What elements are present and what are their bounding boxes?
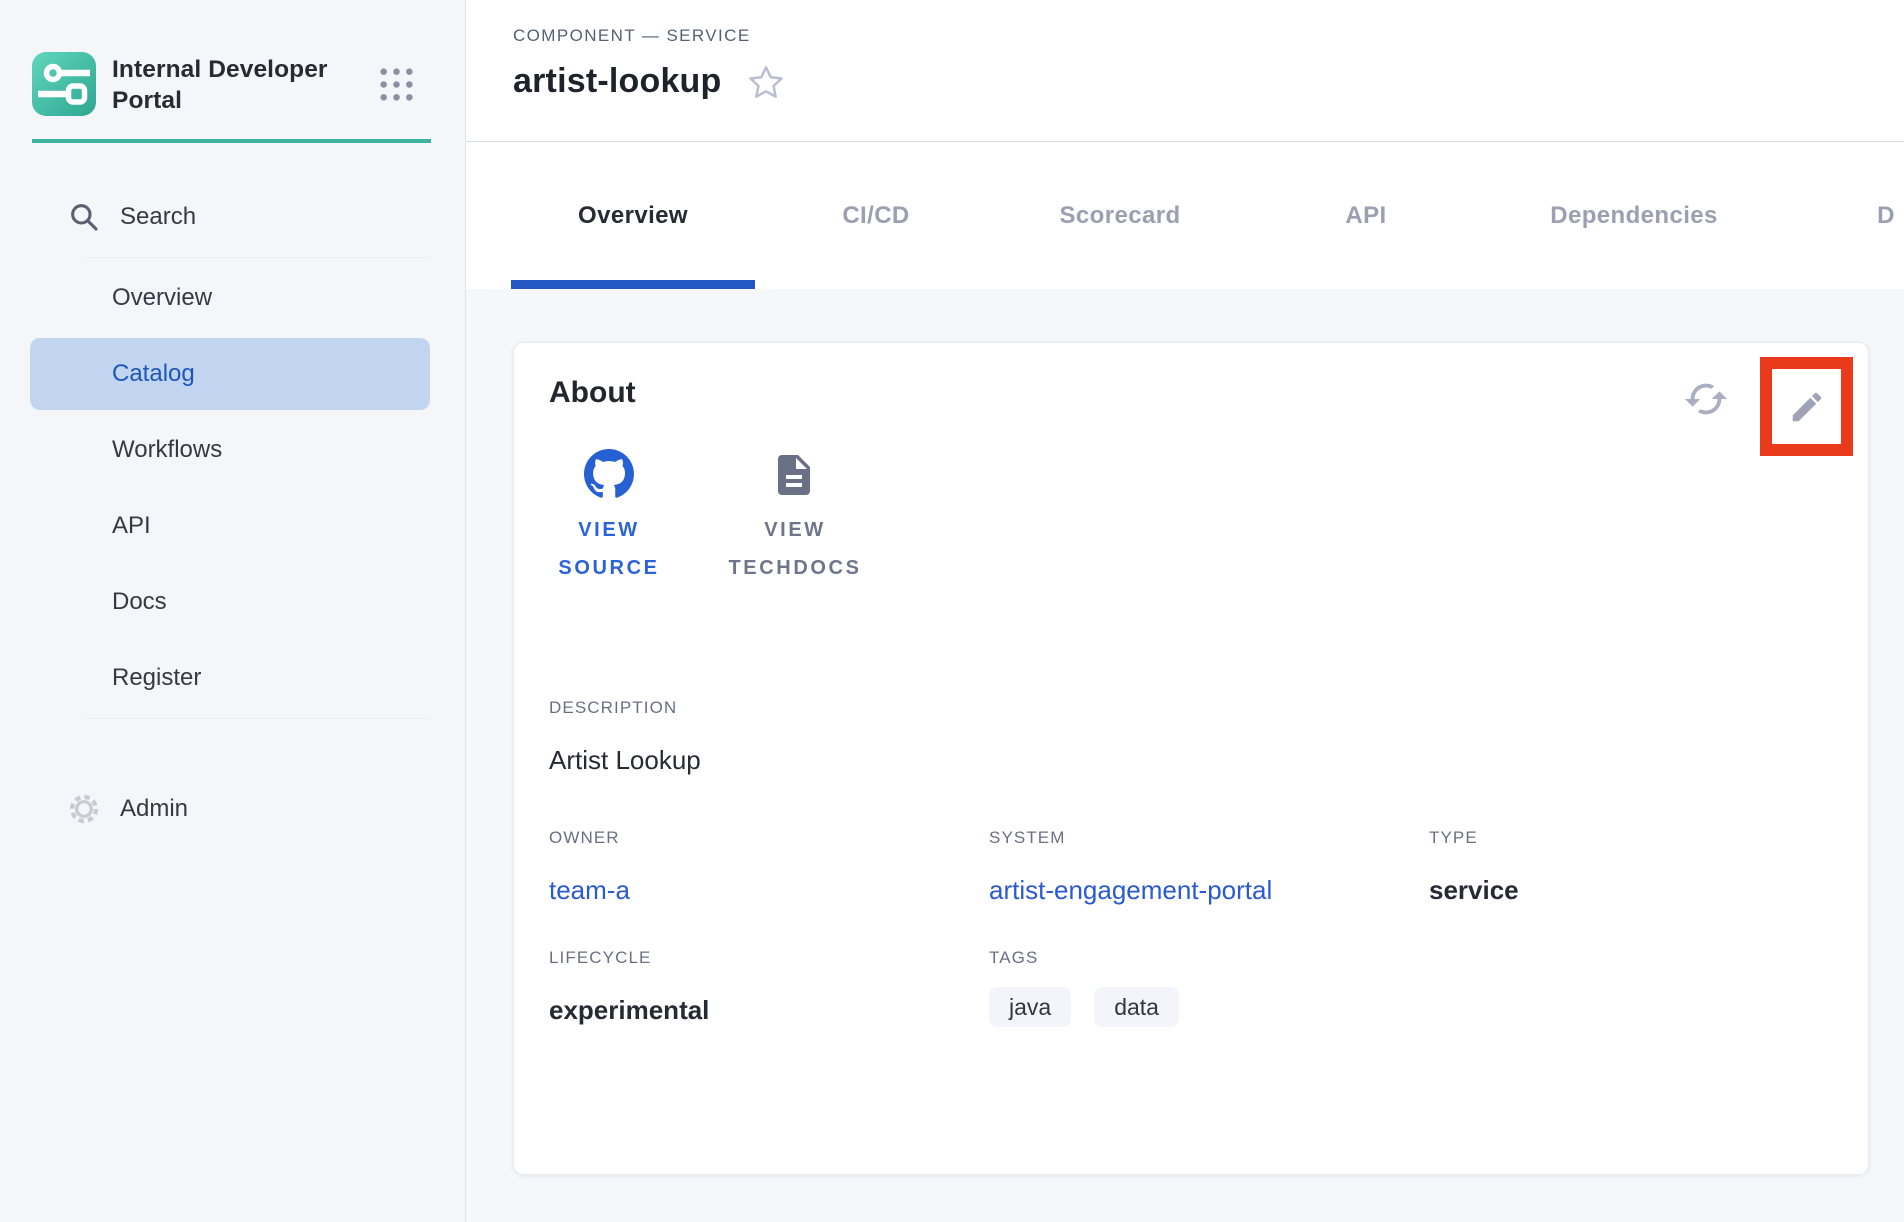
sidebar-item-label: Catalog	[112, 360, 195, 388]
sidebar-item-label: Overview	[112, 284, 212, 312]
sidebar-item-label: Register	[112, 664, 201, 692]
sidebar-item-workflows[interactable]: Workflows	[0, 412, 465, 488]
sidebar-item-api[interactable]: API	[0, 488, 465, 564]
tag-chip[interactable]: java	[989, 987, 1071, 1027]
field-label: SYSTEM	[989, 827, 1429, 849]
system-link[interactable]: artist-engagement-portal	[989, 873, 1272, 907]
breadcrumb: COMPONENT — SERVICE	[513, 26, 1904, 46]
main-area: COMPONENT — SERVICE artist-lookup Overvi…	[466, 0, 1904, 1222]
field-value: Artist Lookup	[549, 743, 1833, 777]
edit-icon	[1788, 414, 1826, 429]
field-value: service	[1429, 873, 1833, 907]
sidebar-item-catalog[interactable]: Catalog	[30, 338, 430, 410]
document-icon	[770, 449, 820, 499]
github-icon	[584, 449, 634, 499]
sidebar-header: Internal Developer Portal	[0, 0, 465, 143]
field-type: TYPE service	[1429, 827, 1833, 907]
tab-api[interactable]: API	[1243, 142, 1489, 289]
entity-tabs: Overview CI/CD Scorecard API Dependencie…	[466, 142, 1904, 289]
about-card: About	[513, 342, 1869, 1175]
sidebar-item-admin[interactable]: Admin	[0, 771, 465, 847]
refresh-icon	[1683, 410, 1729, 425]
tab-ci-cd[interactable]: CI/CD	[755, 142, 997, 289]
tab-dependencies[interactable]: Dependencies	[1489, 142, 1779, 289]
field-label: DESCRIPTION	[549, 697, 1833, 719]
app-root: Internal Developer Portal Search	[0, 0, 1904, 1222]
annotation-box	[1760, 357, 1853, 456]
app-logo-icon	[32, 52, 96, 116]
page-title: artist-lookup	[513, 62, 722, 101]
field-label: OWNER	[549, 827, 989, 849]
star-icon	[748, 88, 784, 103]
sidebar-accent-rule	[32, 139, 431, 143]
sidebar-item-search[interactable]: Search	[0, 179, 465, 255]
sidebar-item-overview[interactable]: Overview	[0, 260, 465, 336]
app-title: Internal Developer Portal	[112, 54, 362, 116]
owner-link[interactable]: team-a	[549, 873, 630, 907]
apps-grid-icon[interactable]	[379, 67, 414, 102]
edit-button[interactable]	[1788, 388, 1826, 426]
field-description: DESCRIPTION Artist Lookup	[549, 697, 1833, 777]
sidebar-divider	[85, 718, 430, 719]
field-tags: TAGS java data	[989, 947, 1429, 1027]
tab-overview[interactable]: Overview	[511, 142, 755, 289]
field-value: experimental	[549, 993, 989, 1027]
field-label: TYPE	[1429, 827, 1833, 849]
sidebar-item-docs[interactable]: Docs	[0, 564, 465, 640]
about-card-title: About	[549, 373, 1833, 413]
sidebar: Internal Developer Portal Search	[0, 0, 466, 1222]
sidebar-item-label: Admin	[120, 795, 188, 823]
about-fields-grid: OWNER team-a SYSTEM artist-engagement-po…	[549, 827, 1833, 1027]
tab-content: About	[466, 289, 1904, 1222]
field-lifecycle: LIFECYCLE experimental	[549, 947, 989, 1027]
tab-docs-partial[interactable]: D	[1779, 142, 1904, 289]
refresh-button[interactable]	[1683, 376, 1729, 422]
sidebar-item-label: Docs	[112, 588, 167, 616]
favorite-button[interactable]	[748, 64, 784, 100]
sidebar-item-label: API	[112, 512, 151, 540]
sidebar-divider	[85, 257, 430, 258]
sidebar-item-label: Workflows	[112, 436, 222, 464]
view-source-link[interactable]: VIEWSOURCE	[549, 449, 669, 587]
tab-scorecard[interactable]: Scorecard	[997, 142, 1243, 289]
entity-header: COMPONENT — SERVICE artist-lookup	[466, 0, 1904, 142]
active-tab-underline	[511, 280, 755, 289]
search-icon	[68, 201, 100, 233]
field-owner: OWNER team-a	[549, 827, 989, 907]
sidebar-spacer	[0, 721, 465, 771]
field-label: LIFECYCLE	[549, 947, 989, 969]
gear-icon	[68, 793, 100, 825]
field-system: SYSTEM artist-engagement-portal	[989, 827, 1429, 907]
field-label: TAGS	[989, 947, 1429, 969]
sidebar-item-register[interactable]: Register	[0, 640, 465, 716]
tag-chip[interactable]: data	[1094, 987, 1179, 1027]
view-techdocs-link[interactable]: VIEWTECHDOCS	[705, 449, 885, 587]
sidebar-nav: Search Overview Catalog Workflows API Do…	[0, 143, 465, 847]
entity-links: VIEWSOURCE VIEWTECHDOCS	[549, 449, 1833, 587]
sidebar-item-label: Search	[120, 203, 196, 231]
